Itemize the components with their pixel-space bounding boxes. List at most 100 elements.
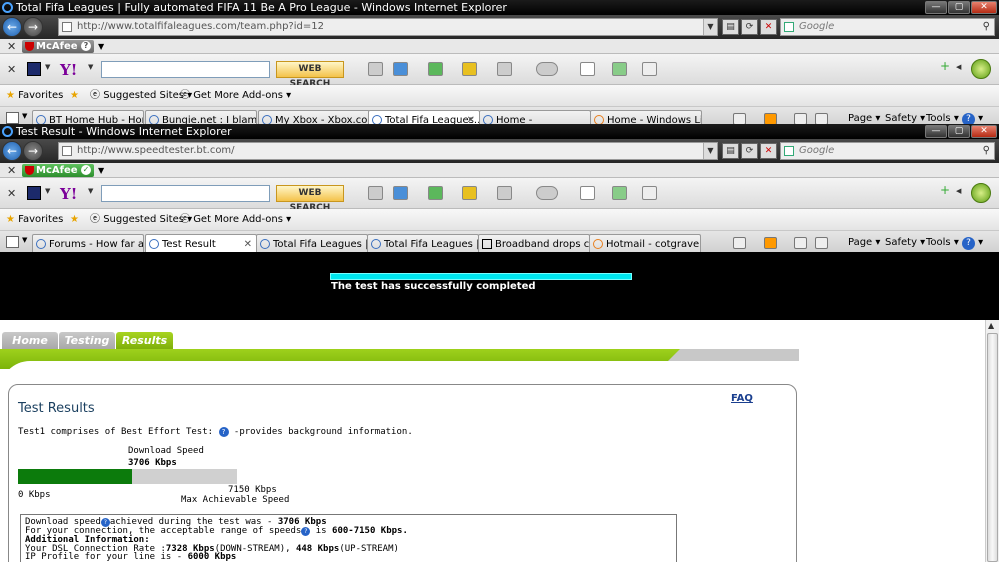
help-icon[interactable]: ?	[218, 427, 229, 437]
help-menu[interactable]: ? ▾	[962, 236, 983, 250]
get-more-addons-button[interactable]: ⓔ Get More Add-ons ▾	[180, 209, 291, 231]
close-toolbar-icon[interactable]: ✕	[7, 39, 16, 54]
mcafee-button[interactable]: McAfee ?	[22, 40, 94, 53]
chevron-down-icon[interactable]: ▼	[98, 163, 104, 178]
mcafee-button[interactable]: McAfee ✓	[22, 164, 94, 177]
address-input[interactable]: http://www.speedtester.bt.com/ ▼	[58, 142, 718, 160]
yahoo-logo[interactable]: Y!	[60, 61, 77, 79]
yahoo-search-input[interactable]	[101, 61, 270, 78]
mail-icon[interactable]	[393, 62, 408, 76]
nav-home[interactable]: Home	[2, 332, 58, 349]
bookmark-arrow-icon[interactable]	[612, 62, 627, 76]
minimize-button[interactable]: —	[925, 1, 947, 14]
chevron-down-icon[interactable]: ▼	[88, 63, 93, 71]
notepad-icon[interactable]	[368, 186, 383, 200]
print-icon[interactable]	[815, 237, 828, 249]
toolbar-settings-icon[interactable]	[971, 183, 991, 203]
plus-icon[interactable]: +	[940, 183, 950, 197]
forward-button[interactable]: →	[23, 17, 43, 37]
notepad-icon[interactable]	[368, 62, 383, 76]
suggested-sites-button[interactable]: ⓔ Suggested Sites ▾	[90, 85, 192, 107]
chevron-left-icon[interactable]: ◀	[956, 63, 961, 71]
chevron-down-icon[interactable]: ▼	[88, 187, 93, 195]
antispy-icon[interactable]	[642, 62, 657, 76]
vertical-scrollbar[interactable]: ▲	[985, 320, 999, 562]
chevron-down-icon[interactable]: ▼	[45, 187, 50, 195]
search-input[interactable]: Google ⚲	[780, 18, 995, 36]
tab-test-result[interactable]: Test Result ✕	[145, 234, 257, 254]
bookmark-arrow-icon[interactable]	[612, 186, 627, 200]
close-button[interactable]: ✕	[971, 125, 997, 138]
tab-hotmail[interactable]: Hotmail - cotgrave1...	[589, 234, 701, 254]
refresh-icon[interactable]: ⟳	[741, 143, 758, 159]
toolbar-settings-icon[interactable]	[971, 59, 991, 79]
home-icon[interactable]	[733, 237, 746, 249]
help-icon[interactable]: ?	[301, 527, 311, 536]
address-input[interactable]: http://www.totalfifaleagues.com/team.php…	[58, 18, 718, 36]
stop-icon[interactable]: ✕	[760, 19, 777, 35]
toolbar-menu-icon[interactable]	[27, 62, 41, 76]
chevron-down-icon[interactable]: ▼	[22, 112, 27, 120]
chevron-down-icon[interactable]: ▼	[22, 236, 27, 244]
chevron-down-icon[interactable]: ▼	[45, 63, 50, 71]
scroll-thumb[interactable]	[987, 333, 998, 562]
suggested-sites-button[interactable]: ⓔ Suggested Sites ▾	[90, 209, 192, 231]
chevron-down-icon[interactable]: ▼	[703, 143, 717, 159]
back-button[interactable]: ←	[2, 141, 22, 161]
add-favorite-icon[interactable]: ★	[70, 209, 79, 231]
stop-icon[interactable]: ✕	[760, 143, 777, 159]
close-toolbar-icon[interactable]: ✕	[7, 62, 16, 77]
nav-testing[interactable]: Testing	[59, 332, 115, 349]
chevron-left-icon[interactable]: ◀	[956, 187, 961, 195]
nav-results[interactable]: Results	[116, 332, 173, 349]
feeds-icon[interactable]	[764, 237, 777, 249]
yahoo-logo[interactable]: Y!	[60, 185, 77, 203]
plus-icon[interactable]: +	[940, 59, 950, 73]
mail-icon[interactable]	[393, 186, 408, 200]
antispy-icon[interactable]	[642, 186, 657, 200]
chevron-down-icon[interactable]: ▼	[703, 19, 717, 35]
web-search-button[interactable]: WEB SEARCH	[276, 61, 344, 89]
close-toolbar-icon[interactable]: ✕	[7, 186, 16, 201]
compatibility-icon[interactable]: ▤	[722, 143, 739, 159]
web-search-button[interactable]: WEB SEARCH	[276, 185, 344, 213]
tab-broadband[interactable]: Broadband drops con...	[478, 234, 590, 254]
toolbar-menu-icon[interactable]	[27, 186, 41, 200]
search-input[interactable]: Google ⚲	[780, 142, 995, 160]
get-more-addons-button[interactable]: ⓔ Get More Add-ons ▾	[180, 85, 291, 107]
minimize-button[interactable]: —	[925, 125, 947, 138]
close-toolbar-icon[interactable]: ✕	[7, 163, 16, 178]
yahoo-search-input[interactable]	[101, 185, 270, 202]
tab-total-fifa-2[interactable]: Total Fifa Leagues | F...	[367, 234, 479, 254]
search-icon[interactable]: ⚲	[983, 19, 990, 35]
add-favorite-icon[interactable]: ★	[70, 85, 79, 107]
shopping-icon[interactable]	[497, 186, 512, 200]
answers-icon[interactable]	[462, 62, 477, 76]
read-mail-icon[interactable]	[794, 237, 807, 249]
forward-button[interactable]: →	[23, 141, 43, 161]
refresh-icon[interactable]: ⟳	[741, 19, 758, 35]
quick-tabs-icon[interactable]	[6, 112, 19, 124]
tab-total-fifa-1[interactable]: Total Fifa Leagues | F...	[256, 234, 368, 254]
flickr-icon[interactable]	[580, 62, 595, 76]
search-icon[interactable]: ⚲	[983, 143, 990, 159]
back-button[interactable]: ←	[2, 17, 22, 37]
close-button[interactable]: ✕	[971, 1, 997, 14]
games-icon[interactable]	[428, 62, 443, 76]
flickr-icon[interactable]	[580, 186, 595, 200]
shopping-icon[interactable]	[497, 62, 512, 76]
chevron-down-icon[interactable]: ▼	[98, 39, 104, 54]
weather-icon[interactable]	[536, 186, 558, 200]
weather-icon[interactable]	[536, 62, 558, 76]
compatibility-icon[interactable]: ▤	[722, 19, 739, 35]
scroll-up-icon[interactable]: ▲	[988, 321, 994, 330]
quick-tabs-icon[interactable]	[6, 236, 19, 248]
faq-link[interactable]: FAQ	[731, 393, 753, 404]
games-icon[interactable]	[428, 186, 443, 200]
favorites-button[interactable]: ★ Favorites	[6, 209, 63, 231]
favorites-button[interactable]: ★ Favorites	[6, 85, 63, 107]
answers-icon[interactable]	[462, 186, 477, 200]
tab-forums[interactable]: Forums - How far are ...	[32, 234, 144, 254]
maximize-button[interactable]: ▢	[948, 1, 970, 14]
maximize-button[interactable]: ▢	[948, 125, 970, 138]
